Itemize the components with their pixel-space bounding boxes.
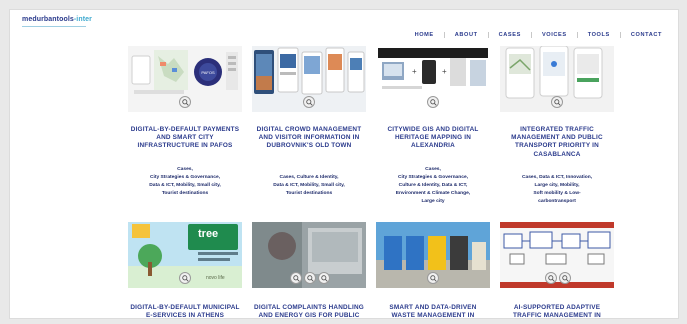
svg-text:PAFOS: PAFOS <box>201 70 215 75</box>
nav-tools[interactable]: TOOLS <box>578 32 620 38</box>
case-tag-line[interactable]: City Strategies & Governance, <box>128 174 242 182</box>
case-tags: Cases, City Strategies & Governance, Dat… <box>128 166 242 198</box>
zoom-icon[interactable] <box>551 96 563 108</box>
case-tag-line[interactable]: Soft mobility & Low- <box>500 190 614 198</box>
case-thumbnail[interactable] <box>376 222 490 288</box>
case-tags: Cases, Culture & Identity, Data & ICT, M… <box>252 174 366 198</box>
case-thumbnail[interactable]: PAFOS <box>128 46 242 112</box>
case-tags: Cases, Data & ICT, Innovation, Large cit… <box>500 174 614 206</box>
case-title[interactable]: INTEGRATED TRAFFIC MANAGEMENT AND PUBLIC… <box>502 126 612 159</box>
case-title[interactable]: DIGITAL COMPLAINTS HANDLING AND ENERGY G… <box>254 304 364 318</box>
thumb-brand-subtext: novo life <box>206 275 225 281</box>
case-tags: Cases, City Strategies & Governance, Cul… <box>376 166 490 206</box>
case-thumbnail[interactable]: tree novo life <box>128 222 242 288</box>
case-title[interactable]: DIGITAL-BY-DEFAULT PAYMENTS AND SMART CI… <box>130 126 240 151</box>
zoom-icon[interactable] <box>179 272 191 284</box>
logo-accent-text: -inter <box>73 16 92 23</box>
case-tag-line[interactable]: Data & ICT, Mobility, Small city, <box>128 182 242 190</box>
zoom-icon[interactable] <box>179 96 191 108</box>
zoom-icon[interactable] <box>304 272 316 284</box>
site-header: medurbantools-inter HOME ABOUT CASES VOI… <box>10 10 678 44</box>
case-tag-line[interactable]: Data & ICT, Mobility, Small city, <box>252 182 366 190</box>
case-thumbnail[interactable] <box>500 222 614 288</box>
case-tag-line[interactable]: Culture & Identity, Data & ICT, <box>376 182 490 190</box>
logo-text: medurbantools <box>22 16 74 23</box>
case-thumbnail-image <box>500 222 614 288</box>
case-tag-line[interactable]: Tourist destinations <box>128 190 242 198</box>
zoom-icon[interactable] <box>303 96 315 108</box>
case-thumbnail[interactable]: + + <box>376 46 490 112</box>
case-tag-line[interactable]: Environment & Climate Change, <box>376 190 490 198</box>
case-thumbnail[interactable] <box>500 46 614 112</box>
zoom-icon[interactable] <box>290 272 302 284</box>
case-thumbnail[interactable] <box>252 46 366 112</box>
zoom-icon[interactable] <box>427 96 439 108</box>
case-title[interactable]: AI-SUPPORTED ADAPTIVE TRAFFIC MANAGEMENT… <box>502 304 612 318</box>
svg-text:+: + <box>442 67 447 76</box>
nav-cases[interactable]: CASES <box>489 32 531 38</box>
case-tag-line[interactable]: Cases, <box>128 166 242 174</box>
case-tag-line[interactable]: Cases, Data & ICT, Innovation, <box>500 174 614 182</box>
svg-text:+: + <box>412 67 417 76</box>
case-tag-line[interactable]: Large city, Mobility, <box>500 182 614 190</box>
case-tag-line[interactable]: Tourist destinations <box>252 190 366 198</box>
case-thumbnail[interactable] <box>252 222 366 288</box>
nav-contact[interactable]: CONTACT <box>621 32 672 38</box>
thumb-brand-text: tree <box>198 228 219 240</box>
case-title[interactable]: CITYWIDE GIS AND DIGITAL HERITAGE MAPPIN… <box>378 126 488 151</box>
main-nav: HOME ABOUT CASES VOICES TOOLS CONTACT <box>405 32 672 38</box>
case-tag-line[interactable]: City Strategies & Governance, <box>376 174 490 182</box>
case-title[interactable]: DIGITAL-BY-DEFAULT MUNICIPAL E-SERVICES … <box>130 304 240 318</box>
zoom-icon[interactable] <box>427 272 439 284</box>
page: medurbantools-inter HOME ABOUT CASES VOI… <box>9 9 679 319</box>
logo-underline <box>22 26 86 27</box>
nav-home[interactable]: HOME <box>405 32 444 38</box>
nav-voices[interactable]: VOICES <box>532 32 577 38</box>
case-title[interactable]: SMART AND DATA-DRIVEN WASTE MANAGEMENT I… <box>378 304 488 318</box>
case-title[interactable]: DIGITAL CROWD MANAGEMENT AND VISITOR INF… <box>254 126 364 151</box>
case-tag-line[interactable]: Cases, Culture & Identity, <box>252 174 366 182</box>
zoom-icon[interactable] <box>559 272 571 284</box>
case-tag-line[interactable]: Large city <box>376 198 490 206</box>
case-tag-line[interactable]: Cases, <box>376 166 490 174</box>
site-logo[interactable]: medurbantools-inter <box>22 16 92 23</box>
zoom-icon[interactable] <box>318 272 330 284</box>
nav-about[interactable]: ABOUT <box>445 32 488 38</box>
case-tag-line[interactable]: carbontransport <box>500 198 614 206</box>
zoom-icon[interactable] <box>545 272 557 284</box>
